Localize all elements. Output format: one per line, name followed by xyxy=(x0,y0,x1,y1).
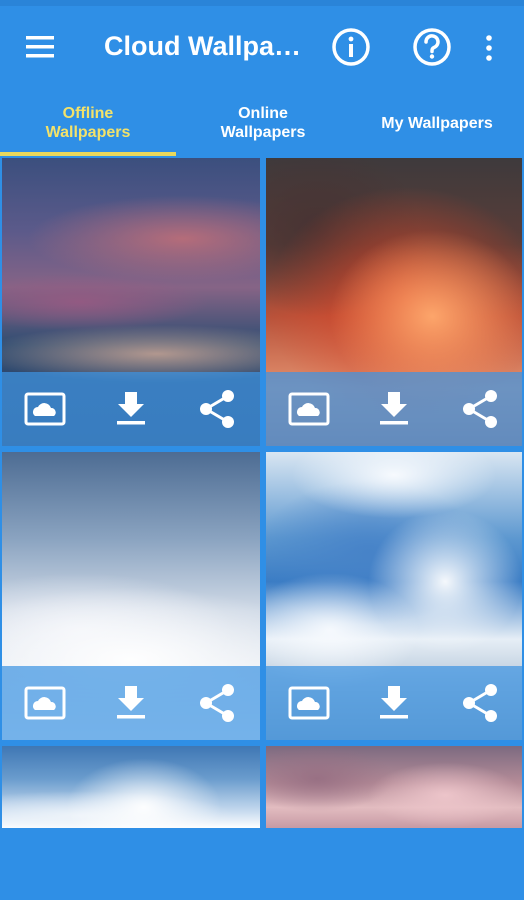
wallpaper-card[interactable] xyxy=(2,158,260,446)
share-icon[interactable] xyxy=(457,386,503,432)
set-wallpaper-icon[interactable] xyxy=(22,386,68,432)
tab-online-wallpapers[interactable]: Online Wallpapers xyxy=(176,90,350,156)
card-action-bar xyxy=(2,666,260,740)
set-wallpaper-icon[interactable] xyxy=(286,386,332,432)
download-icon[interactable] xyxy=(108,386,154,432)
tab-label: Offline Wallpapers xyxy=(45,105,131,141)
wallpaper-thumbnail-sun-rays[interactable] xyxy=(2,746,260,828)
tab-my-wallpapers[interactable]: My Wallpapers xyxy=(350,90,524,156)
app-title: Cloud Wallpapers xyxy=(104,31,304,61)
card-action-bar xyxy=(266,372,522,446)
download-icon[interactable] xyxy=(108,680,154,726)
download-icon[interactable] xyxy=(371,386,417,432)
share-icon[interactable] xyxy=(194,680,240,726)
set-wallpaper-icon[interactable] xyxy=(22,680,68,726)
set-wallpaper-icon[interactable] xyxy=(286,680,332,726)
wallpaper-card[interactable] xyxy=(2,746,260,828)
more-options-icon[interactable] xyxy=(478,32,500,64)
app-bar: Cloud Wallpapers xyxy=(0,6,524,90)
download-icon[interactable] xyxy=(371,680,417,726)
wallpaper-card[interactable] xyxy=(266,158,522,446)
help-icon[interactable] xyxy=(411,26,453,68)
card-action-bar xyxy=(266,666,522,740)
wallpaper-thumbnail-pink-clouds[interactable] xyxy=(266,746,522,828)
tab-offline-wallpapers[interactable]: Offline Wallpapers xyxy=(0,90,176,156)
wallpaper-card[interactable] xyxy=(266,452,522,740)
wallpaper-card[interactable] xyxy=(266,746,522,828)
tab-label: Online Wallpapers xyxy=(220,105,306,141)
tab-label: My Wallpapers xyxy=(381,114,493,132)
info-icon[interactable] xyxy=(330,26,372,68)
share-icon[interactable] xyxy=(194,386,240,432)
card-action-bar xyxy=(2,372,260,446)
share-icon[interactable] xyxy=(457,680,503,726)
wallpaper-card[interactable] xyxy=(2,452,260,740)
wallpaper-grid[interactable] xyxy=(0,156,524,900)
menu-icon[interactable] xyxy=(22,32,58,62)
tab-bar: Offline Wallpapers Online Wallpapers My … xyxy=(0,90,524,156)
